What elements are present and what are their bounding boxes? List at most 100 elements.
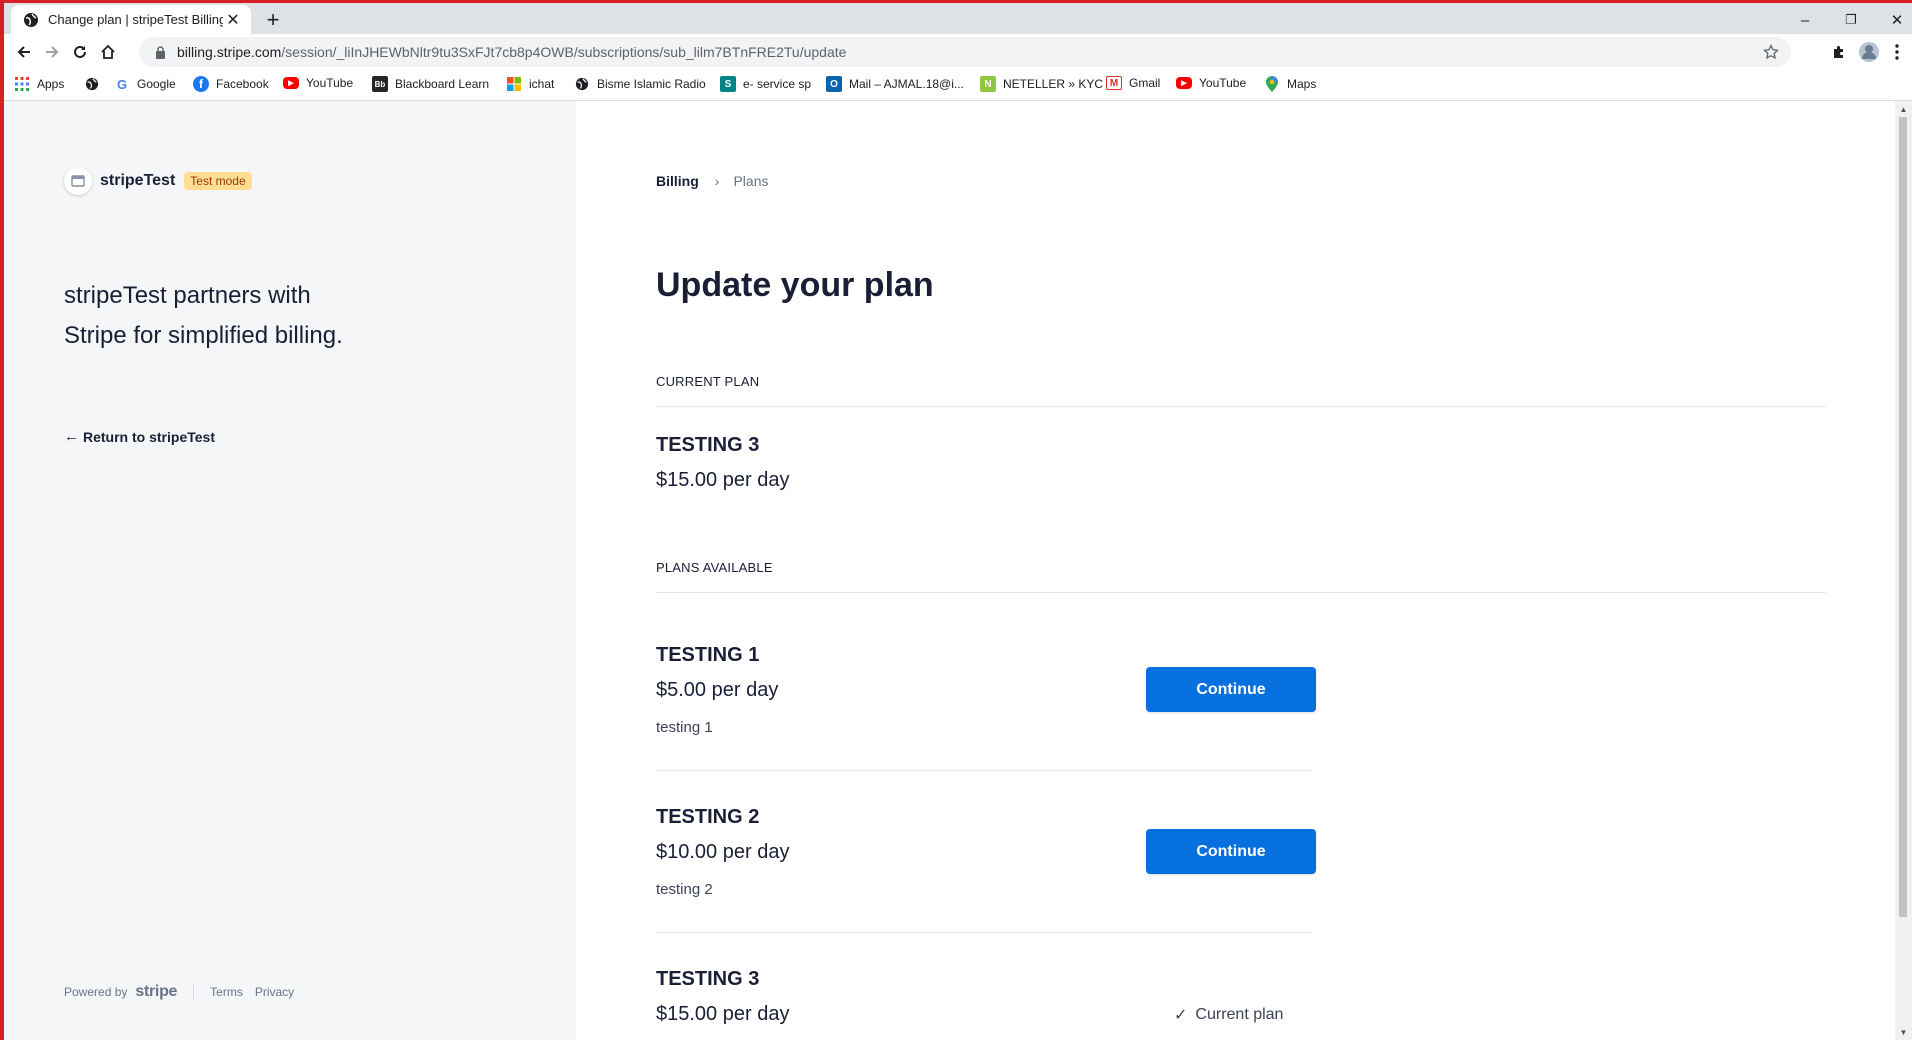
minimize-button[interactable]: –: [1782, 6, 1828, 34]
continue-button-testing-1[interactable]: Continue: [1146, 667, 1316, 712]
chevron-right-icon: ›: [714, 173, 720, 189]
scrollbar-thumb[interactable]: [1899, 117, 1907, 917]
bookmarks-bar: Apps G Google f Facebook ▶ YouTube Bb Blackb…: [4, 70, 1912, 101]
current-plan-indicator: ✓ Current plan: [1174, 1005, 1283, 1025]
footer-divider: [193, 983, 195, 1001]
current-plan-label: Current plan: [1195, 1006, 1284, 1023]
divider: [656, 406, 1826, 407]
bookmark-label: Mail – AJMAL.18@i...: [849, 77, 964, 91]
continue-button-testing-2[interactable]: Continue: [1146, 829, 1316, 874]
back-arrow-icon: [17, 46, 30, 58]
scroll-down-icon[interactable]: ▼: [1895, 1024, 1912, 1040]
restore-button[interactable]: ❐: [1828, 6, 1874, 34]
bookmark-apps[interactable]: Apps: [14, 76, 64, 92]
bookmark-label: Maps: [1287, 77, 1317, 91]
lock-icon: [153, 45, 167, 59]
bookmark-facebook[interactable]: f Facebook: [193, 76, 269, 92]
stripe-logo[interactable]: stripe: [135, 983, 177, 1001]
facebook-icon: f: [193, 76, 209, 92]
maps-pin-icon: [1264, 76, 1280, 92]
browser-tab-active[interactable]: Change plan | stripeTest Billing ✕: [11, 5, 251, 34]
bookmark-label: Bisme Islamic Radio: [597, 77, 706, 91]
scroll-up-icon[interactable]: ▲: [1895, 101, 1912, 117]
left-arrow-icon: ←: [64, 428, 79, 445]
return-link-label: Return to stripeTest: [83, 428, 215, 445]
bookmark-label: Facebook: [216, 77, 269, 91]
bookmark-ichat[interactable]: ichat: [506, 76, 554, 92]
globe-icon: [84, 76, 100, 92]
reload-button[interactable]: [66, 38, 94, 66]
close-window-button[interactable]: ✕: [1874, 6, 1912, 34]
terms-link[interactable]: Terms: [210, 985, 243, 999]
billing-page: stripeTest Test mode stripeTest partners…: [4, 101, 1912, 1040]
plans-available-heading: PLANS AVAILABLE: [656, 560, 773, 575]
bookmark-gmail[interactable]: M Gmail: [1106, 76, 1160, 90]
neteller-icon: N: [980, 76, 996, 92]
current-plan-heading: CURRENT PLAN: [656, 374, 760, 389]
google-icon: G: [116, 76, 128, 92]
chrome-menu-icon[interactable]: [1884, 39, 1910, 65]
globe-icon: [574, 76, 590, 92]
return-link[interactable]: ← Return to stripeTest: [64, 428, 215, 445]
divider: [656, 770, 1312, 771]
reload-icon: [74, 45, 86, 58]
url-path: /session/_liInJHEWbNltr9tu3SxFJt7cb8p4OW…: [281, 44, 847, 60]
bookmark-neteller[interactable]: N NETELLER » KYC: [980, 76, 1103, 92]
brand-name: stripeTest: [100, 172, 176, 189]
divider: [656, 932, 1312, 933]
profile-avatar[interactable]: [1856, 39, 1882, 65]
bookmark-google[interactable]: G Google: [114, 76, 176, 92]
bookmark-label: Apps: [37, 77, 65, 91]
powered-by-text: Powered by: [64, 985, 128, 999]
globe-icon: [23, 12, 39, 28]
bookmark-maps[interactable]: Maps: [1264, 76, 1316, 92]
extensions-puzzle-icon[interactable]: [1826, 39, 1852, 65]
sharepoint-icon: S: [720, 76, 736, 92]
forward-button[interactable]: [38, 38, 66, 66]
bookmark-e-service[interactable]: Se- service sp: [720, 76, 811, 92]
sidebar-footer: Powered by stripe Terms Privacy: [64, 983, 306, 1001]
store-icon: [64, 167, 92, 195]
bookmark-label: YouTube: [306, 76, 354, 90]
bookmark-label: YouTube: [1199, 76, 1247, 90]
bookmark-youtube-2[interactable]: ▶ YouTube: [1176, 76, 1246, 90]
new-tab-button[interactable]: +: [261, 7, 285, 32]
apps-grid-icon: [14, 76, 30, 92]
divider: [656, 592, 1826, 593]
bookmark-bisme-radio[interactable]: Bisme Islamic Radio: [574, 76, 706, 92]
page-title: Update your plan: [656, 266, 934, 304]
bookmark-label: e- service sp: [743, 77, 812, 91]
sidebar-tagline: stripeTest partners with Stripe for simp…: [64, 282, 343, 349]
current-plan-price: $15.00 per day: [656, 469, 790, 491]
tab-title: Change plan | stripeTest Billing: [48, 12, 223, 27]
browser-toolbar: billing.stripe.com/session/_liInJHEWbNlt…: [4, 34, 1912, 70]
bookmark-mail[interactable]: O Mail – AJMAL.18@i...: [826, 76, 964, 92]
sidebar: stripeTest Test mode stripeTest partners…: [4, 101, 576, 1040]
bookmark-youtube[interactable]: ▶ YouTube: [283, 76, 353, 90]
address-bar[interactable]: billing.stripe.com/session/_liInJHEWbNlt…: [139, 37, 1791, 67]
youtube-icon: ▶: [1176, 77, 1192, 89]
bookmark-blackboard[interactable]: Bb Blackboard Learn: [372, 76, 489, 92]
tab-strip: Change plan | stripeTest Billing ✕ + – ❐…: [4, 3, 1912, 34]
page-scrollbar[interactable]: ▲ ▼: [1895, 101, 1912, 1040]
plan-price: $10.00 per day: [656, 841, 790, 863]
windows-icon: [506, 76, 522, 92]
plan-description: testing 2: [656, 881, 713, 898]
home-icon: [101, 44, 115, 59]
youtube-icon: ▶: [283, 77, 299, 89]
test-mode-badge: Test mode: [184, 172, 252, 190]
plan-name: TESTING 3: [656, 968, 760, 990]
bookmark-globe[interactable]: [84, 76, 107, 92]
plan-name: TESTING 1: [656, 644, 760, 666]
url-text: billing.stripe.com/session/_liInJHEWbNlt…: [177, 44, 846, 60]
bookmark-label: Gmail: [1129, 76, 1161, 90]
privacy-link[interactable]: Privacy: [255, 985, 294, 999]
bookmark-star-icon[interactable]: [1763, 43, 1779, 63]
gmail-icon: M: [1106, 76, 1122, 90]
breadcrumb-plans: Plans: [733, 173, 769, 189]
tab-close-icon[interactable]: ✕: [223, 10, 243, 30]
back-button[interactable]: [10, 38, 38, 66]
home-button[interactable]: [94, 38, 122, 66]
breadcrumb-billing[interactable]: Billing: [656, 173, 699, 189]
bookmark-label: NETELLER » KYC: [1003, 77, 1104, 91]
